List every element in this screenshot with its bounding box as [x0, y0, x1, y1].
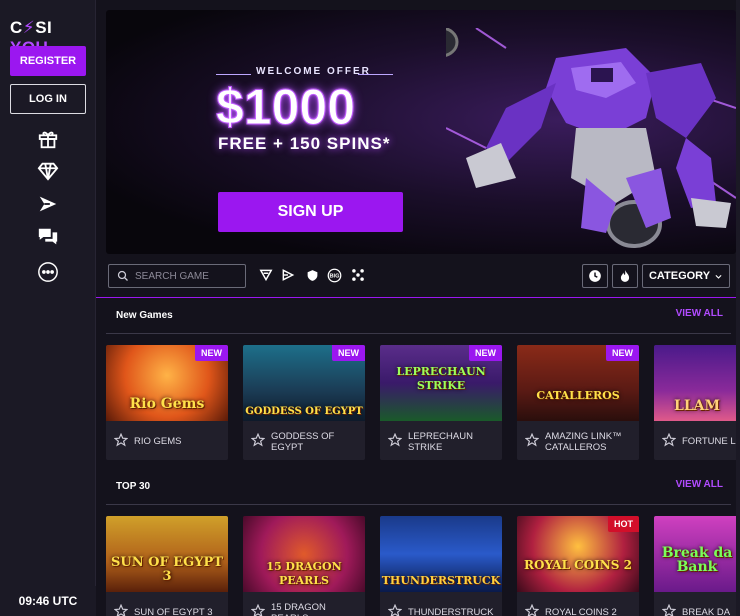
game-toolbar: BIG CATEGORY	[96, 258, 740, 298]
send-icon[interactable]	[33, 191, 63, 217]
favorite-star-icon[interactable]	[662, 433, 676, 447]
dice-icon[interactable]	[350, 267, 366, 283]
recent-button[interactable]	[582, 264, 608, 288]
big-icon[interactable]: BIG	[326, 267, 342, 283]
sidebar: C⚡SI YOU REGISTER LOG IN 09:46 UTC	[0, 0, 96, 616]
game-card[interactable]: ROYAL COINS 2 HOT ROYAL COINS 2	[517, 516, 639, 616]
thumbnail-title: LEPRECHAUN STRIKE	[396, 365, 486, 392]
game-name: RIO GEMS	[134, 436, 182, 447]
game-card[interactable]: LEPRECHAUN STRIKE NEW LEPRECHAUN STRIKE	[380, 345, 502, 460]
game-name: ROYAL COINS 2	[545, 607, 617, 616]
section-title: TOP 30	[116, 481, 151, 492]
game-card[interactable]: LLAM FORTUNE L	[654, 345, 740, 460]
thumbnail-title: ROYAL COINS 2	[524, 558, 632, 572]
game-name: LEPRECHAUN STRIKE	[408, 431, 473, 453]
robot-illustration	[446, 28, 736, 248]
favorite-star-icon[interactable]	[525, 433, 539, 447]
game-thumbnail[interactable]: Break da Bank	[654, 516, 740, 592]
logo-symbol: ⚡	[22, 18, 36, 37]
section-header-top-30: TOP 30 VIEW ALL	[106, 469, 731, 505]
thumbnail-title: Break da Bank	[661, 545, 733, 575]
category-label: CATEGORY	[648, 270, 711, 282]
divider	[358, 74, 393, 75]
filter-icon[interactable]	[258, 267, 274, 283]
divider	[216, 74, 251, 75]
game-name: THUNDERSTRUCK	[408, 607, 494, 616]
favorite-star-icon[interactable]	[525, 604, 539, 616]
more-icon[interactable]	[33, 259, 63, 285]
new-badge: NEW	[195, 345, 228, 361]
favorite-star-icon[interactable]	[251, 604, 265, 616]
favorite-star-icon[interactable]	[388, 433, 402, 447]
offer-amount: $1000	[215, 79, 356, 136]
game-name: BREAK DA	[682, 607, 731, 616]
search-input[interactable]	[135, 270, 235, 282]
category-dropdown[interactable]: CATEGORY	[642, 264, 730, 288]
thumbnail-title: 15 DRAGON PEARLS	[266, 560, 342, 587]
search-icon	[117, 270, 128, 281]
thumbnail-title: LLAM	[673, 398, 721, 414]
new-badge: NEW	[469, 345, 502, 361]
game-thumbnail[interactable]: THUNDERSTRUCK	[380, 516, 502, 592]
register-button[interactable]: REGISTER	[10, 46, 86, 76]
game-card[interactable]: SUN OF EGYPT 3 SUN OF EGYPT 3	[106, 516, 228, 616]
favorite-star-icon[interactable]	[388, 604, 402, 616]
login-button[interactable]: LOG IN	[10, 84, 86, 114]
gift-icon[interactable]	[33, 126, 63, 152]
favorite-star-icon[interactable]	[114, 433, 128, 447]
shield-icon[interactable]	[304, 267, 320, 283]
game-name: GODDESS OF EGYPT	[271, 431, 335, 453]
thumbnail-title: THUNDERSTRUCK	[381, 574, 501, 587]
logo-text: C	[10, 18, 23, 37]
logo[interactable]: C⚡SI YOU	[10, 18, 88, 57]
game-name: 15 DRAGON PEARLS	[271, 602, 326, 616]
search-box[interactable]	[108, 264, 246, 288]
new-badge: NEW	[606, 345, 639, 361]
favorite-star-icon[interactable]	[114, 604, 128, 616]
thumbnail-title: Rio Gems	[129, 396, 205, 412]
game-thumbnail[interactable]: LLAM	[654, 345, 740, 421]
new-badge: NEW	[332, 345, 365, 361]
main-content: WELCOME OFFER $1000 FREE + 150 SPINS* SI…	[96, 0, 740, 616]
thumbnail-title: GODDESS OF EGYPT	[245, 406, 363, 417]
game-card[interactable]: Rio Gems NEW RIO GEMS	[106, 345, 228, 460]
view-all-link[interactable]: VIEW ALL	[676, 479, 723, 490]
section-header-new-games: New Games VIEW ALL	[106, 298, 731, 334]
game-card[interactable]: CATALLEROS NEW AMAZING LINK™ CATALLEROS	[517, 345, 639, 460]
hot-badge: HOT	[608, 516, 639, 532]
favorite-star-icon[interactable]	[251, 433, 265, 447]
game-card[interactable]: GODDESS OF EGYPT NEW GODDESS OF EGYPT	[243, 345, 365, 460]
provider-icon[interactable]	[280, 267, 296, 283]
chat-icon[interactable]	[33, 224, 63, 250]
favorite-star-icon[interactable]	[662, 604, 676, 616]
chevron-down-icon	[715, 274, 722, 279]
utc-clock: 09:46 UTC	[0, 586, 96, 616]
game-card[interactable]: Break da Bank BREAK DA	[654, 516, 740, 616]
game-name: FORTUNE L	[682, 436, 736, 447]
scrollbar[interactable]	[736, 0, 740, 616]
thumbnail-title: CATALLEROS	[536, 389, 620, 402]
game-row-top30: SUN OF EGYPT 3 SUN OF EGYPT 3 15 DRAGON …	[106, 516, 740, 616]
view-all-link[interactable]: VIEW ALL	[676, 308, 723, 319]
game-thumbnail[interactable]: SUN OF EGYPT 3	[106, 516, 228, 592]
game-thumbnail[interactable]: 15 DRAGON PEARLS	[243, 516, 365, 592]
welcome-label: WELCOME OFFER	[256, 66, 371, 77]
hot-button[interactable]	[612, 264, 638, 288]
diamond-icon[interactable]	[33, 158, 63, 184]
thumbnail-title: SUN OF EGYPT 3	[111, 555, 223, 584]
logo-text: SI	[35, 18, 53, 37]
game-card[interactable]: 15 DRAGON PEARLS 15 DRAGON PEARLS	[243, 516, 365, 616]
welcome-banner[interactable]: WELCOME OFFER $1000 FREE + 150 SPINS* SI…	[106, 10, 736, 254]
signup-button[interactable]: SIGN UP	[218, 192, 403, 232]
offer-spins: FREE + 150 SPINS*	[218, 134, 391, 153]
flame-icon	[620, 270, 630, 282]
game-name: AMAZING LINK™ CATALLEROS	[545, 431, 622, 453]
clock-icon	[589, 270, 601, 282]
section-title: New Games	[116, 310, 173, 321]
game-card[interactable]: THUNDERSTRUCK THUNDERSTRUCK	[380, 516, 502, 616]
game-name: SUN OF EGYPT 3	[134, 607, 213, 616]
svg-text:BIG: BIG	[329, 273, 340, 279]
game-row-new: Rio Gems NEW RIO GEMS GODDESS OF EGYPT N…	[106, 345, 740, 465]
